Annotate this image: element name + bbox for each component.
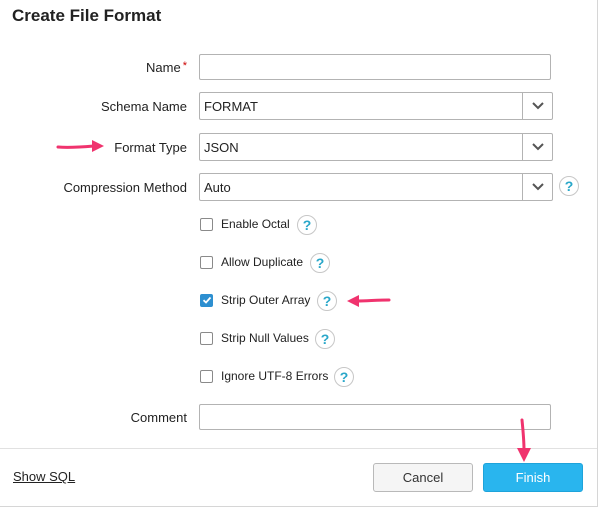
compression-help-icon[interactable]: ? <box>559 176 579 196</box>
show-sql-link[interactable]: Show SQL <box>13 469 75 484</box>
ignore-utf8-errors-checkbox[interactable] <box>200 369 213 383</box>
compression-method-label: Compression Method <box>63 180 187 195</box>
pink-arrow-icon <box>56 140 104 152</box>
compression-method-dropdown-button[interactable] <box>522 174 552 200</box>
allow-duplicate-label: Allow Duplicate <box>221 255 304 269</box>
option-allow-duplicate[interactable]: Allow Duplicate <box>200 255 303 269</box>
required-mark: * <box>182 60 187 72</box>
comment-label: Comment <box>130 410 187 425</box>
comment-input[interactable] <box>199 404 551 430</box>
compression-method-select[interactable]: Auto <box>199 173 553 201</box>
allow-duplicate-help-icon[interactable]: ? <box>310 253 330 273</box>
name-label: Name * <box>146 60 187 75</box>
pink-arrow-icon <box>347 295 391 307</box>
schema-name-select[interactable]: FORMAT <box>199 92 553 120</box>
compression-method-value: Auto <box>204 179 231 195</box>
checkmark-icon <box>202 296 211 304</box>
format-type-label: Format Type <box>114 140 187 155</box>
strip-outer-array-help-icon[interactable]: ? <box>317 291 337 311</box>
name-label-text: Name <box>146 60 181 75</box>
finish-button[interactable]: Finish <box>483 463 583 492</box>
allow-duplicate-checkbox[interactable] <box>200 255 213 269</box>
name-input[interactable] <box>199 54 551 80</box>
enable-octal-label: Enable Octal <box>221 217 290 231</box>
create-file-format-dialog: Create File Format Name * Schema Name FOR… <box>0 0 598 507</box>
footer-divider <box>0 448 597 449</box>
ignore-utf8-errors-label: Ignore UTF-8 Errors <box>221 369 329 383</box>
option-strip-outer-array[interactable]: Strip Outer Array <box>200 293 310 307</box>
format-type-select[interactable]: JSON <box>199 133 553 161</box>
cancel-button[interactable]: Cancel <box>373 463 473 492</box>
option-enable-octal[interactable]: Enable Octal <box>200 217 290 231</box>
strip-outer-array-checkbox[interactable] <box>200 293 213 307</box>
chevron-down-icon <box>531 102 544 110</box>
option-strip-null-values[interactable]: Strip Null Values <box>200 331 309 345</box>
format-type-dropdown-button[interactable] <box>522 134 552 160</box>
enable-octal-checkbox[interactable] <box>200 217 213 231</box>
chevron-down-icon <box>531 143 544 151</box>
ignore-utf8-errors-help-icon[interactable]: ? <box>334 367 354 387</box>
schema-name-dropdown-button[interactable] <box>522 93 552 119</box>
schema-name-value: FORMAT <box>204 98 258 114</box>
schema-name-label: Schema Name <box>101 99 187 114</box>
chevron-down-icon <box>531 183 544 191</box>
dialog-title: Create File Format <box>12 6 162 25</box>
option-ignore-utf8-errors[interactable]: Ignore UTF-8 Errors <box>200 369 328 383</box>
format-type-value: JSON <box>204 139 239 155</box>
strip-null-values-checkbox[interactable] <box>200 331 213 345</box>
strip-null-values-help-icon[interactable]: ? <box>315 329 335 349</box>
strip-null-values-label: Strip Null Values <box>221 331 309 345</box>
strip-outer-array-label: Strip Outer Array <box>221 293 311 307</box>
enable-octal-help-icon[interactable]: ? <box>297 215 317 235</box>
pink-arrow-icon <box>517 418 531 462</box>
